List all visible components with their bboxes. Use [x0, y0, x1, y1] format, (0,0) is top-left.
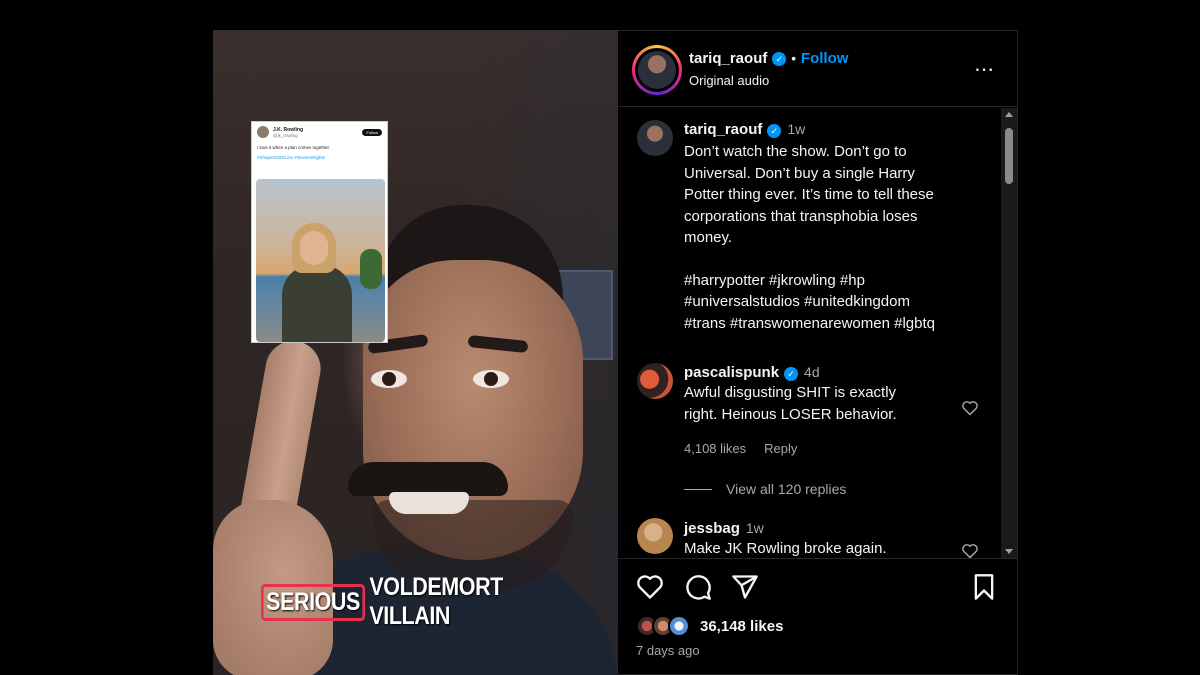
comment-like-count[interactable]: 4,108 likes — [684, 441, 746, 456]
liker-avatars[interactable] — [636, 615, 696, 639]
verified-badge-icon: ✓ — [772, 51, 787, 66]
comments-section: tariq_raouf ✓ 1w Don’t watch the show. Don… — [618, 108, 1017, 558]
author-avatar[interactable] — [638, 51, 676, 89]
tweet-photo — [256, 179, 385, 342]
comment-meta: 4,108 likes Reply — [684, 441, 797, 456]
instagram-post-modal: J.K. Rowling @jk_rowling Follow I love i… — [0, 0, 1200, 675]
caption-line: money. — [684, 229, 733, 246]
tweet-header: J.K. Rowling @jk_rowling Follow — [252, 122, 387, 142]
tweet-photo-person-face — [300, 231, 328, 265]
person-left-eye — [371, 370, 407, 388]
heart-icon[interactable] — [636, 573, 664, 601]
scroll-down-arrow-icon[interactable] — [1005, 549, 1013, 554]
bookmark-icon[interactable] — [970, 573, 998, 601]
comment-text: Make JK Rowling broke again. — [684, 538, 954, 558]
original-audio-link[interactable]: Original audio — [689, 73, 769, 88]
post-header: tariq_raouf ✓ • Follow Original audio ⋯ — [618, 31, 1017, 107]
commenter-username[interactable]: jessbag — [684, 520, 740, 537]
share-icon[interactable] — [731, 573, 759, 601]
person-right-eye — [473, 370, 509, 388]
commenter-avatar[interactable] — [637, 363, 673, 399]
tweet-author-handle: @jk_rowling — [273, 132, 298, 138]
verified-badge-icon: ✓ — [784, 367, 799, 381]
comment-like-heart-icon[interactable] — [961, 543, 979, 558]
caption-author-avatar[interactable] — [637, 120, 673, 156]
post-author-username[interactable]: tariq_raouf — [689, 50, 767, 67]
caption-line: Don’t watch the show. Don’t go to — [684, 143, 907, 160]
view-replies-line — [684, 488, 712, 490]
comment-timestamp[interactable]: 4d — [804, 364, 820, 380]
person-mustache — [348, 462, 508, 496]
comment-icon[interactable] — [684, 573, 712, 601]
embedded-tweet-screenshot: J.K. Rowling @jk_rowling Follow I love i… — [251, 121, 388, 343]
commenter-avatar[interactable] — [637, 518, 673, 554]
comment-item: jessbag 1w Make JK Rowling broke again. — [684, 520, 954, 558]
person-mouth — [389, 492, 469, 514]
comment-timestamp[interactable]: 1w — [746, 520, 764, 536]
caption-timestamp[interactable]: 1w — [787, 121, 805, 137]
caption-line: Universal. Don’t buy a single Harry — [684, 164, 915, 182]
post-author-row: tariq_raouf ✓ • Follow — [689, 50, 848, 67]
reply-button[interactable]: Reply — [764, 441, 797, 456]
hashtag-line[interactable]: #universalstudios #unitedkingdom — [684, 291, 984, 313]
post-side-panel: tariq_raouf ✓ • Follow Original audio ⋯ … — [618, 30, 1018, 675]
separator-dot: • — [791, 51, 796, 66]
caption-line: corporations that transphobia loses — [684, 207, 918, 225]
comment-text: Awful disgusting SHIT is exactly right. … — [684, 382, 954, 425]
hashtag-line[interactable]: #harrypotter #jkrowling #hp — [684, 270, 984, 292]
post-caption: tariq_raouf ✓ 1w Don’t watch the show. Don… — [684, 121, 984, 334]
tweet-author-name: J.K. Rowling — [273, 126, 303, 133]
tweet-follow-badge: Follow — [362, 128, 382, 136]
caption-author-username[interactable]: tariq_raouf — [684, 121, 762, 138]
comment-line: right. Heinous LOSER behavior. — [684, 405, 897, 423]
caption-hashtags: #harrypotter #jkrowling #hp #universalst… — [684, 270, 984, 335]
video-caption: SERIOUS VOLDEMORT VILLAIN — [261, 573, 568, 630]
tweet-text: I love it when a plan comes together. — [257, 145, 331, 150]
post-actions: 36,148 likes 7 days ago — [618, 558, 1017, 675]
tweet-avatar — [257, 126, 269, 138]
verified-badge-icon: ✓ — [767, 124, 782, 138]
comment-line: Make JK Rowling broke again. — [684, 540, 887, 557]
comment-line: Awful disgusting SHIT is exactly — [684, 384, 897, 401]
tweet-photo-plant — [360, 249, 382, 289]
video-caption-highlight: SERIOUS — [261, 583, 366, 621]
comment-like-heart-icon[interactable] — [961, 400, 979, 416]
reel-video[interactable]: J.K. Rowling @jk_rowling Follow I love i… — [213, 30, 618, 675]
caption-text: Don’t watch the show. Don’t go to Univer… — [684, 141, 984, 249]
follow-button[interactable]: Follow — [801, 50, 849, 67]
post-timestamp[interactable]: 7 days ago — [636, 643, 700, 658]
caption-line: Potter thing ever. It’s time to tell the… — [684, 186, 934, 203]
view-replies-button[interactable]: View all 120 replies — [684, 481, 846, 497]
hashtag-line[interactable]: #trans #transwomenarewomen #lgbtq — [684, 313, 984, 335]
scrollbar-thumb[interactable] — [1005, 128, 1013, 184]
author-story-ring[interactable] — [632, 45, 682, 95]
scroll-up-arrow-icon[interactable] — [1005, 112, 1013, 117]
tweet-photo-person-body — [282, 265, 352, 342]
liker-avatar — [668, 615, 690, 637]
view-replies-label: View all 120 replies — [726, 481, 847, 497]
comments-scrollbar[interactable] — [1001, 108, 1017, 558]
video-caption-text: VOLDEMORT VILLAIN — [369, 573, 503, 630]
commenter-username[interactable]: pascalispunk — [684, 364, 779, 381]
more-options-icon[interactable]: ⋯ — [974, 57, 995, 82]
comment-item: pascalispunk ✓ 4d Awful disgusting SHIT is… — [684, 364, 954, 425]
post-like-count[interactable]: 36,148 likes — [700, 618, 783, 635]
tweet-hashtags: #ShapeOutOfLine #WomenRights — [257, 155, 325, 160]
